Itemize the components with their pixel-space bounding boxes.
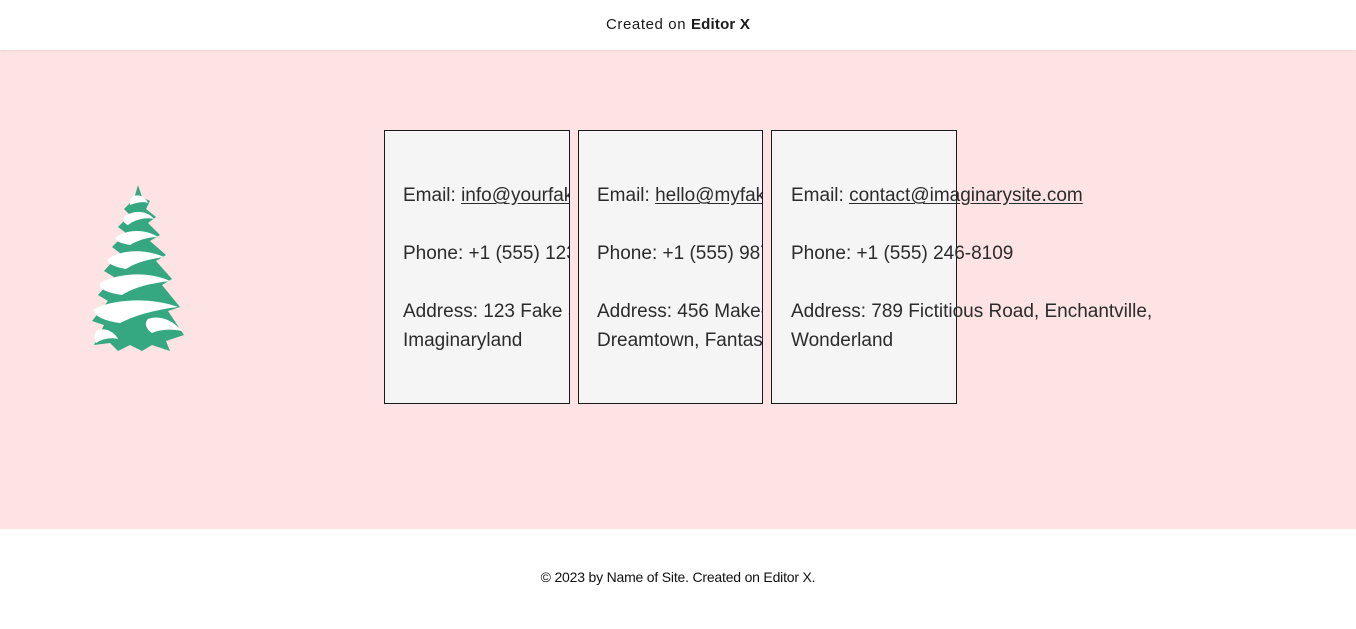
snowy-pine-tree-icon <box>92 185 184 351</box>
editor-x-banner-text[interactable]: Created on Editor X <box>0 16 1356 33</box>
address-line-1: Address: 456 Make-Believe Avenue, <box>597 301 762 322</box>
copyright-text: © 2023 by Name of Site. Created on Edito… <box>540 569 816 585</box>
email-link[interactable]: hello@myfakewebsite.com <box>655 185 762 206</box>
phone-text: Phone: +1 (555) 246-8109 <box>791 243 1014 264</box>
contact-info-3: Email: contact@imaginarysite.com Phone: … <box>791 181 1152 355</box>
email-link[interactable]: info@yourfakewebsite.com <box>461 185 569 206</box>
address-line-1: Address: 123 Fake Street, <box>403 301 569 322</box>
address-line-1: Address: 789 Fictitious Road, Enchantvil… <box>791 301 1153 322</box>
address-line-2: Wonderland <box>791 330 894 351</box>
phone-text: Phone: +1 (555) 123-4567 <box>403 243 569 264</box>
contact-info-2: Email: hello@myfakewebsite.com Phone: +1… <box>597 181 762 355</box>
contact-card-2-content: Email: hello@myfakewebsite.com Phone: +1… <box>579 131 762 403</box>
address-line-2: Imaginaryland <box>403 330 523 351</box>
email-row: Email: hello@myfakewebsite.com <box>597 181 762 210</box>
banner-prefix: Created on <box>605 16 687 33</box>
address-line-2: Dreamtown, Fantasyland <box>597 330 762 351</box>
editor-x-banner[interactable]: Created on Editor X <box>0 0 1356 50</box>
email-label: Email: <box>403 185 462 206</box>
phone-text: Phone: +1 (555) 987-6543 <box>597 243 762 264</box>
email-row: Email: contact@imaginarysite.com <box>791 181 1152 210</box>
contact-info-1: Email: info@yourfakewebsite.com Phone: +… <box>403 181 569 355</box>
editor-x-brand[interactable]: Editor X <box>691 16 750 33</box>
contact-card-1-content: Email: info@yourfakewebsite.com Phone: +… <box>385 131 569 403</box>
site-footer: © 2023 by Name of Site. Created on Edito… <box>0 529 1356 629</box>
email-label: Email: <box>597 185 656 206</box>
email-row: Email: info@yourfakewebsite.com <box>403 181 569 210</box>
email-link[interactable]: contact@imaginarysite.com <box>849 185 1083 206</box>
email-label: Email: <box>791 185 850 206</box>
